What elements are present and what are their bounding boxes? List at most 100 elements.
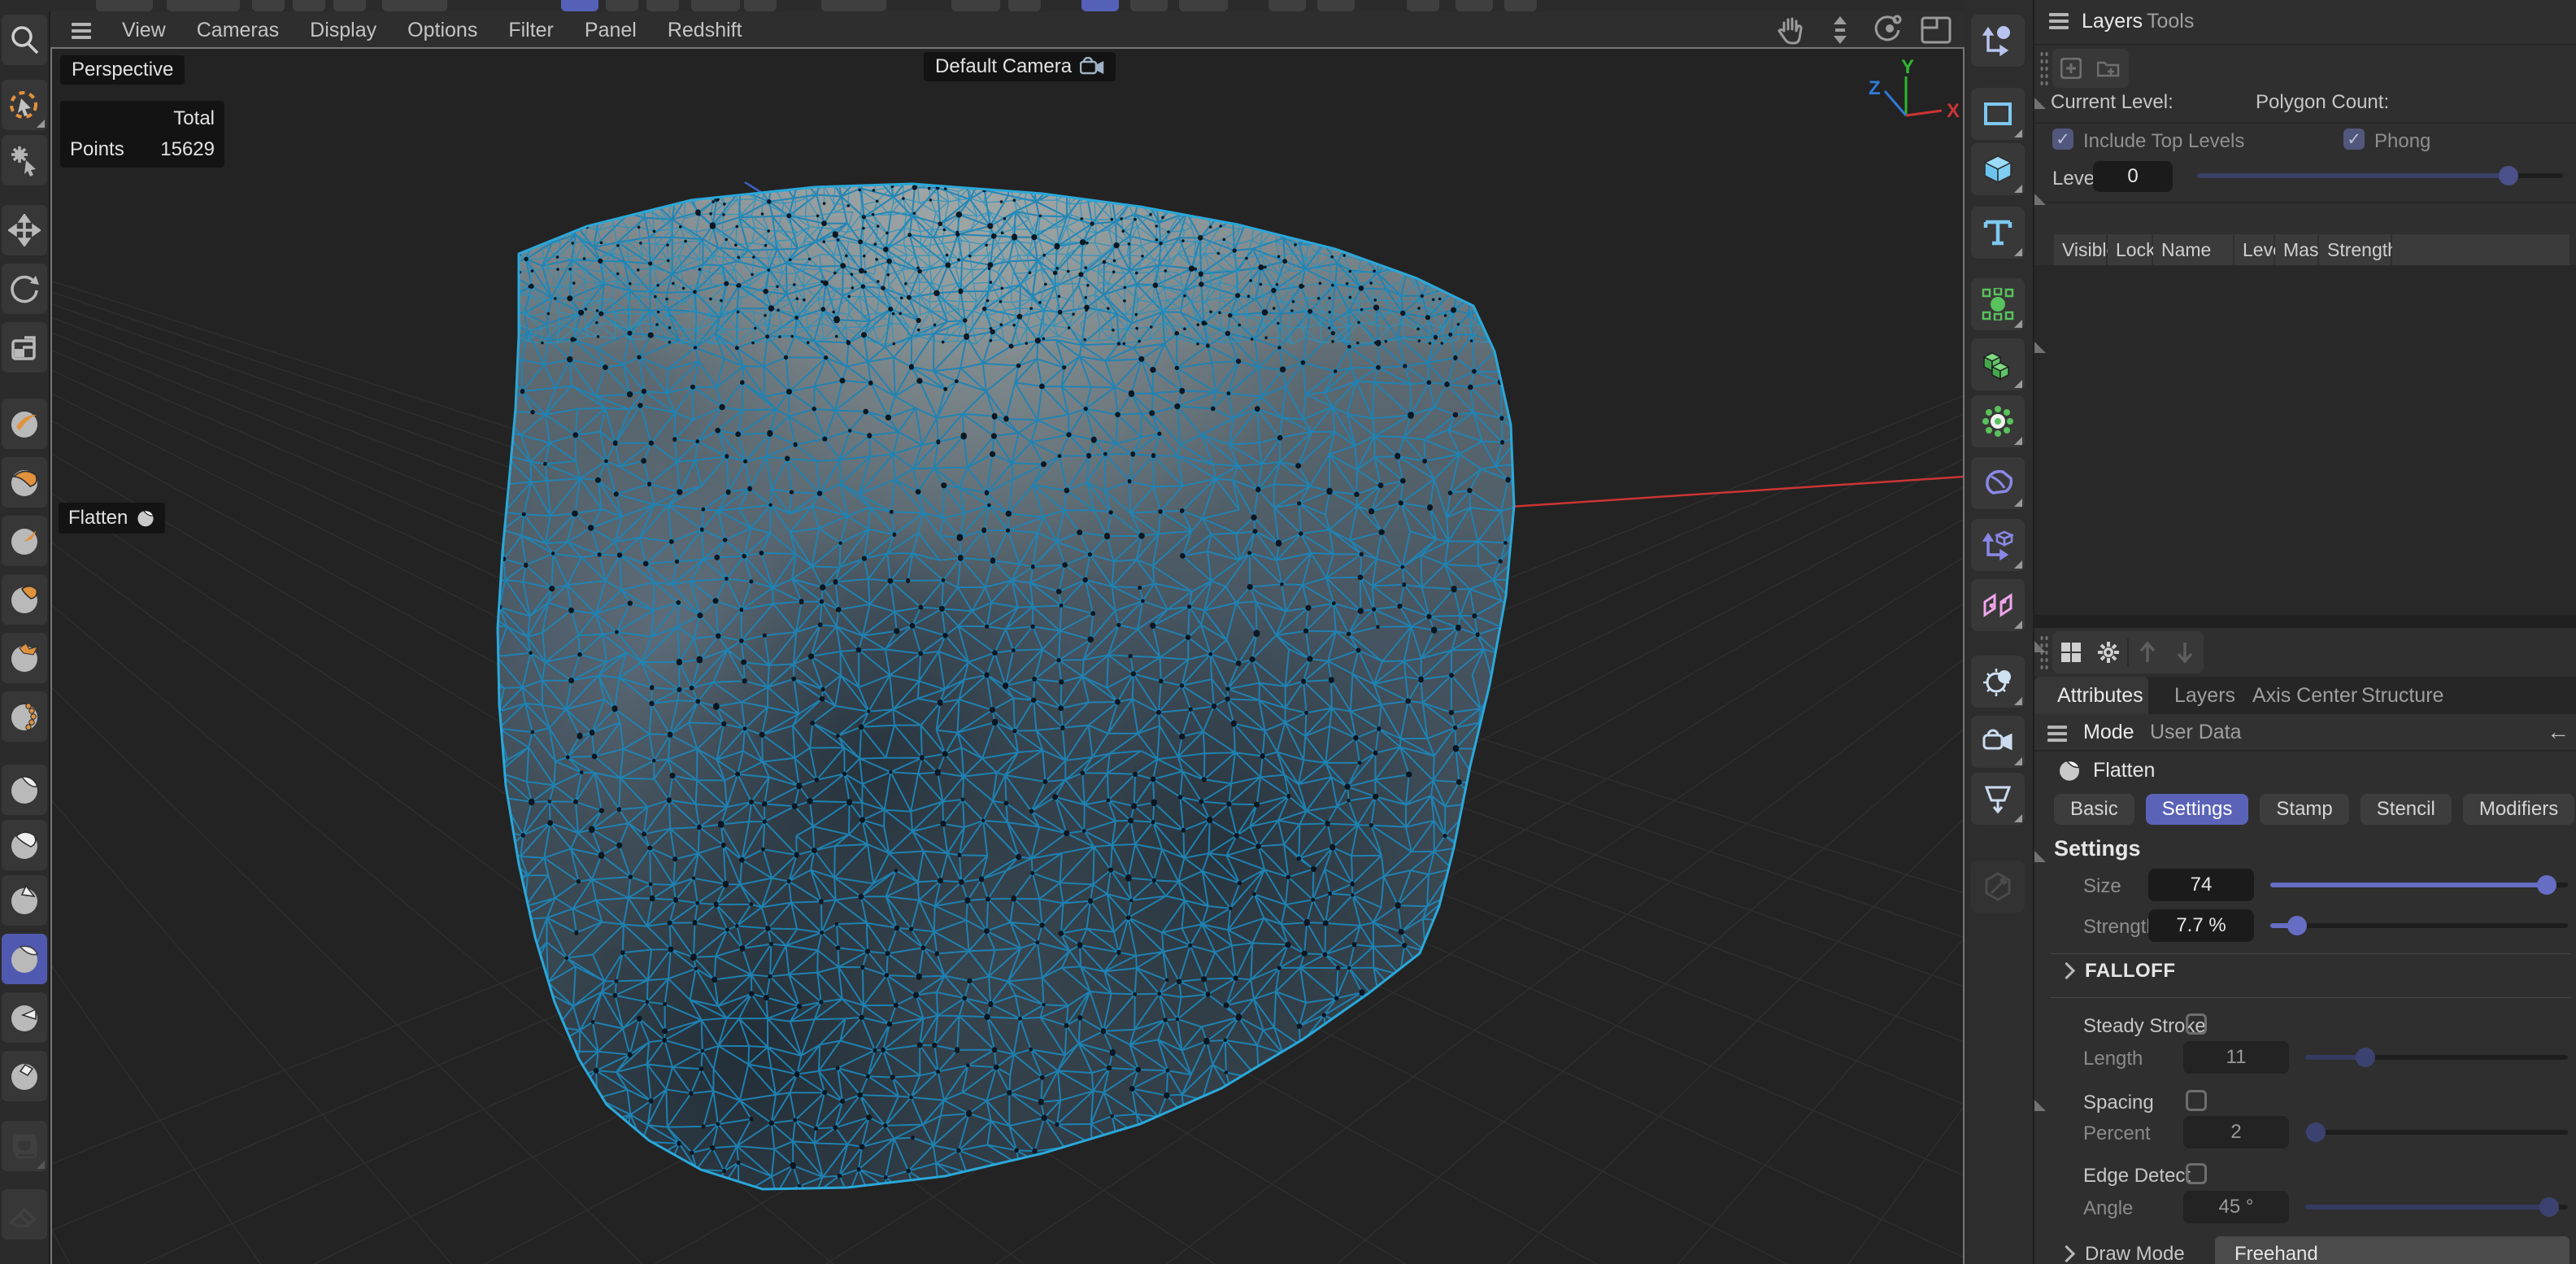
volume-builder-button[interactable] <box>1971 338 2025 390</box>
section-settings[interactable]: Settings <box>2146 794 2249 825</box>
smooth-brush-button[interactable] <box>2 765 47 815</box>
toolbar-button-partial[interactable] <box>1317 0 1355 11</box>
toolbar-button-partial[interactable] <box>293 0 325 11</box>
steady-stroke-checkbox[interactable] <box>2186 1013 2207 1035</box>
toolbar-button-partial[interactable] <box>691 0 740 11</box>
falloff-expand-chevron[interactable] <box>2058 962 2075 979</box>
viewport[interactable]: Perspective Total Points 15629 Default C… <box>50 47 1965 1264</box>
annotate-tool-button[interactable] <box>1971 861 2025 913</box>
column-visible[interactable]: Visible <box>2054 234 2106 265</box>
up-arrow-icon[interactable] <box>2129 634 2166 671</box>
maximize-view-icon[interactable] <box>1921 16 1952 44</box>
percent-field[interactable]: 2 <box>2183 1116 2289 1148</box>
text-tool-button[interactable] <box>1971 207 2025 259</box>
length-slider[interactable] <box>2305 1048 2568 1067</box>
phong-checkbox[interactable] <box>2343 129 2365 150</box>
menu-view[interactable]: View <box>122 19 166 42</box>
toolbar-button-partial[interactable] <box>561 0 598 11</box>
rotate-tool-button[interactable] <box>2 264 47 314</box>
toolbar-button-partial[interactable] <box>1407 0 1439 11</box>
add-folder-button[interactable] <box>2090 50 2127 87</box>
toolbar-button-partial[interactable] <box>606 0 638 11</box>
tab-structure[interactable]: Structure <box>2361 684 2443 708</box>
column-mask[interactable]: Mask <box>2275 234 2317 265</box>
attributes-drag-handle[interactable] <box>2039 634 2049 670</box>
tweak-tool-button[interactable] <box>2 135 47 185</box>
toolbar-button-partial[interactable] <box>252 0 285 11</box>
sky-environment-button[interactable] <box>1971 656 2025 708</box>
back-arrow-icon[interactable]: ← <box>2547 719 2569 745</box>
draw-mode-dropdown[interactable]: Freehand <box>2215 1236 2569 1264</box>
angle-slider[interactable] <box>2305 1197 2568 1217</box>
orbit-icon[interactable] <box>1872 15 1903 46</box>
spline-rectangle-button[interactable] <box>1971 88 2025 140</box>
level-slider[interactable] <box>2197 166 2563 185</box>
add-layer-button[interactable] <box>2052 50 2090 87</box>
pull-brush-button[interactable] <box>2 399 47 449</box>
layout-grid-icon[interactable] <box>2052 634 2090 671</box>
eraser-tool-button[interactable] <box>2 1189 47 1240</box>
subdivision-surface-button[interactable] <box>1971 278 2025 330</box>
panel-fold-arrow[interactable] <box>2034 342 2046 353</box>
scale-tool-button[interactable] <box>2 322 47 373</box>
strength-slider[interactable] <box>2270 916 2568 935</box>
flatten-brush-button[interactable] <box>2 934 47 984</box>
move-tool-button[interactable] <box>2 205 47 255</box>
draw-mode-expand-chevron[interactable] <box>2058 1245 2075 1262</box>
gear-icon[interactable] <box>2090 634 2127 671</box>
panel-fold-arrow[interactable] <box>2034 194 2046 205</box>
stamp-tool-button[interactable] <box>2 1121 47 1171</box>
grab-brush-button[interactable] <box>2 633 47 683</box>
user-data-menu[interactable]: User Data <box>2150 721 2242 744</box>
tab-axis-center[interactable]: Axis Center <box>2252 684 2357 708</box>
layer-list-empty[interactable] <box>2034 265 2576 615</box>
mode-menu[interactable]: Mode <box>2083 721 2134 744</box>
size-slider[interactable] <box>2270 875 2568 895</box>
level-value-field[interactable]: 0 <box>2093 161 2173 192</box>
primitive-cube-button[interactable] <box>1971 143 2025 195</box>
toolbar-button-partial[interactable] <box>1179 0 1228 11</box>
section-basic[interactable]: Basic <box>2054 794 2134 825</box>
toolbar-button-partial[interactable] <box>1081 0 1119 11</box>
column-lock[interactable]: Lock <box>2108 234 2152 265</box>
object-header[interactable]: Flatten <box>2057 758 2155 782</box>
menu-display[interactable]: Display <box>310 19 376 42</box>
section-stamp[interactable]: Stamp <box>2260 794 2348 825</box>
toolbar-button-partial[interactable] <box>821 0 886 11</box>
knife2-brush-button[interactable] <box>2 1051 47 1101</box>
menu-options[interactable]: Options <box>407 19 477 42</box>
view-label[interactable]: Perspective <box>60 55 185 85</box>
angle-field[interactable]: 45 ° <box>2183 1191 2289 1223</box>
viewport-menu-icon[interactable] <box>72 23 91 26</box>
section-stencil[interactable]: Stencil <box>2361 794 2452 825</box>
camera-object-button[interactable] <box>1971 716 2025 768</box>
falloff-section-header[interactable]: FALLOFF <box>2085 960 2175 983</box>
section-modifiers[interactable]: Modifiers <box>2463 794 2574 825</box>
generator-gear-button[interactable] <box>1971 395 2025 447</box>
tab-attr-layers[interactable]: Layers <box>2174 684 2235 708</box>
down-arrow-icon[interactable] <box>2166 634 2204 671</box>
knife-brush-button[interactable] <box>2 516 47 566</box>
toolbar-button-partial[interactable] <box>1130 0 1168 11</box>
panel-fold-arrow[interactable] <box>2034 851 2046 862</box>
dolly-zoom-icon[interactable] <box>1826 15 1854 46</box>
axis-gizmo[interactable]: Y Z X <box>1838 59 1960 140</box>
toolbar-button-partial[interactable] <box>1008 0 1041 11</box>
live-selection-tool-button[interactable] <box>2 80 47 130</box>
column-strength[interactable]: Strength <box>2319 234 2391 265</box>
deformer-button[interactable] <box>1971 457 2025 509</box>
layers-menu-icon[interactable] <box>2049 13 2069 16</box>
symmetry-button[interactable] <box>1971 579 2025 631</box>
column-level[interactable]: Level <box>2234 234 2274 265</box>
toolbar-button-partial[interactable] <box>1504 0 1537 11</box>
toolbar-button-partial[interactable] <box>167 0 240 11</box>
menu-cameras[interactable]: Cameras <box>197 19 279 42</box>
toolbar-button-partial[interactable] <box>1268 0 1306 11</box>
menu-redshift[interactable]: Redshift <box>668 19 742 42</box>
pan-hand-icon[interactable] <box>1776 15 1808 46</box>
pinch-brush-button[interactable] <box>2 875 47 926</box>
size-field[interactable]: 74 <box>2148 869 2254 901</box>
strength-field[interactable]: 7.7 % <box>2148 909 2254 942</box>
toolbar-button-partial[interactable] <box>96 0 153 11</box>
inflate-brush-button[interactable] <box>2 574 47 625</box>
